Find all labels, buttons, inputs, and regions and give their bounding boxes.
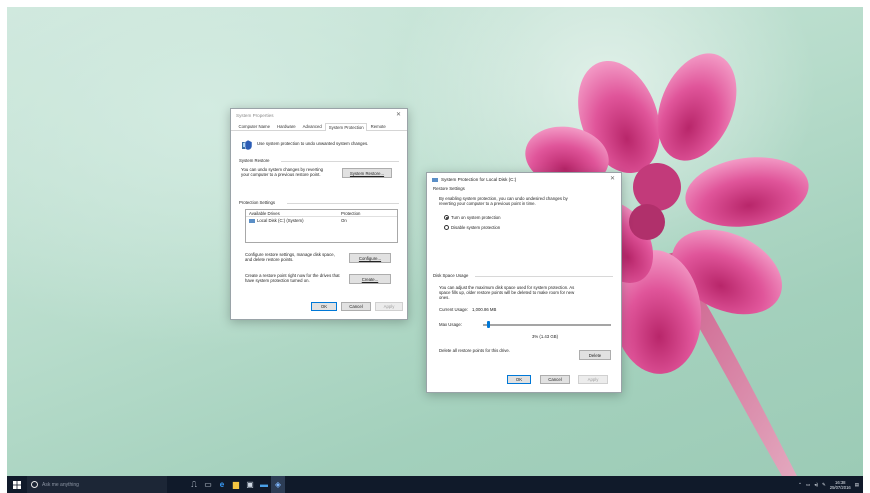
restore-settings-text-2: reverting your computer to a previous po…: [439, 201, 536, 206]
delete-text: Delete all restore points for this drive…: [439, 348, 510, 353]
ok-button[interactable]: OK: [311, 302, 337, 311]
close-icon[interactable]: ✕: [608, 175, 617, 184]
drive-icon: [249, 218, 255, 223]
local-disk-titlebar[interactable]: System Protection for Local Disk (C:) ✕: [427, 173, 621, 186]
radio-label: Turn on system protection: [451, 215, 501, 220]
configure-button[interactable]: Configure...: [349, 253, 391, 263]
close-icon[interactable]: ✕: [394, 111, 403, 120]
max-usage-label: Max Usage:: [439, 322, 462, 327]
group-divider: [287, 203, 399, 204]
store-icon[interactable]: ▣: [243, 476, 257, 493]
column-protection[interactable]: Protection: [338, 211, 360, 216]
system-properties-taskbar-icon[interactable]: ◈: [271, 476, 285, 493]
configure-text-line-2: and delete restore points.: [245, 257, 294, 262]
tab-remote[interactable]: Remote: [367, 122, 389, 130]
windows-logo-icon: [13, 480, 21, 489]
create-button[interactable]: Create...: [349, 274, 391, 284]
radio-unselected-icon: [444, 225, 449, 230]
system-properties-window[interactable]: System Properties ✕ Computer Name Hardwa…: [230, 108, 408, 320]
delete-button[interactable]: Delete: [579, 350, 611, 360]
pen-icon[interactable]: ✎: [822, 482, 826, 488]
tab-hardware[interactable]: Hardware: [274, 122, 300, 130]
intro-text: Use system protection to undo unwanted s…: [257, 141, 369, 146]
ok-button[interactable]: OK: [507, 375, 531, 384]
start-button[interactable]: [7, 476, 27, 493]
chevron-up-icon[interactable]: ⌃: [798, 482, 802, 488]
disk-text-2: space fills up, older restore points wil…: [439, 290, 575, 295]
task-view-icon[interactable]: ▭: [201, 476, 215, 493]
desktop[interactable]: System Properties ✕ Computer Name Hardwa…: [7, 7, 863, 476]
cortana-search-box[interactable]: Ask me anything: [27, 476, 167, 493]
disk-usage-group-label: Disk Space Usage: [433, 273, 469, 278]
max-usage-slider[interactable]: [483, 320, 611, 329]
system-restore-button[interactable]: System Restore...: [342, 168, 392, 178]
tab-strip: Computer Name Hardware Advanced System P…: [231, 122, 407, 131]
shield-icon: ◈: [274, 480, 282, 489]
cancel-button[interactable]: Cancel: [540, 375, 570, 384]
current-usage-label: Current Usage:: [439, 307, 469, 312]
apply-button[interactable]: Apply: [578, 375, 608, 384]
edge-browser-icon[interactable]: e: [215, 476, 229, 493]
clock-date: 25/07/2016: [829, 484, 851, 490]
radio-selected-icon: [444, 215, 449, 220]
system-protection-icon: [242, 139, 253, 151]
drives-list-header: Available Drives Protection: [246, 210, 397, 217]
tab-system-protection[interactable]: System Protection: [325, 123, 368, 131]
max-usage-value: 3% (1.43 GB): [532, 334, 559, 339]
group-divider: [475, 276, 613, 277]
current-usage-value: 1,000.86 MB: [472, 307, 497, 312]
create-text-line-2: have system protection turned on.: [245, 278, 310, 283]
window-title: System Properties: [236, 113, 274, 118]
local-disk-protection-dialog[interactable]: System Protection for Local Disk (C:) ✕ …: [426, 172, 622, 393]
restore-settings-group-label: Restore Settings: [433, 186, 465, 191]
slider-thumb[interactable]: [487, 321, 490, 328]
cortana-circle-icon: [31, 481, 38, 488]
turn-on-protection-radio[interactable]: Turn on system protection: [444, 215, 501, 220]
radio-label: Disable system protection: [451, 225, 501, 230]
group-divider: [281, 161, 399, 162]
system-restore-group-label: System Restore: [239, 158, 270, 163]
protection-settings-group-label: Protection Settings: [239, 200, 276, 205]
column-available-drives[interactable]: Available Drives: [246, 211, 338, 216]
tab-computer-name[interactable]: Computer Name: [235, 122, 274, 130]
drive-icon: [432, 177, 438, 182]
clock[interactable]: 16:38 25/07/2016: [830, 480, 851, 490]
taskbar: Ask me anything ⎍ ▭ e ▆ ▣ ▬ ◈ ⌃ ▭ ◂) ✎ 1…: [7, 476, 863, 493]
mail-icon[interactable]: ▬: [257, 476, 271, 493]
apply-button[interactable]: Apply: [375, 302, 403, 311]
disk-text-3: ones.: [439, 295, 450, 300]
drive-protection: On: [341, 218, 347, 223]
cancel-button[interactable]: Cancel: [341, 302, 371, 311]
disable-protection-radio[interactable]: Disable system protection: [444, 225, 500, 230]
system-tray: ⌃ ▭ ◂) ✎ 16:38 25/07/2016 ▤: [798, 476, 859, 493]
drives-list[interactable]: Available Drives Protection Local Disk (…: [245, 209, 398, 243]
restore-text-line-2: your computer to a previous restore poin…: [241, 172, 321, 177]
file-explorer-icon[interactable]: ▆: [229, 476, 243, 493]
network-icon[interactable]: ▭: [806, 482, 810, 488]
microphone-icon[interactable]: ⎍: [187, 476, 201, 493]
table-row[interactable]: Local Disk (C:) (System) On: [246, 217, 397, 224]
system-properties-titlebar[interactable]: System Properties ✕: [231, 109, 407, 122]
slider-track: [483, 324, 611, 326]
notifications-icon[interactable]: ▤: [855, 482, 859, 488]
volume-icon[interactable]: ◂): [814, 482, 818, 488]
drive-name: Local Disk (C:) (System): [257, 218, 304, 223]
tab-advanced[interactable]: Advanced: [299, 122, 325, 130]
search-placeholder: Ask me anything: [42, 481, 79, 488]
dialog-title: System Protection for Local Disk (C:): [441, 177, 517, 182]
